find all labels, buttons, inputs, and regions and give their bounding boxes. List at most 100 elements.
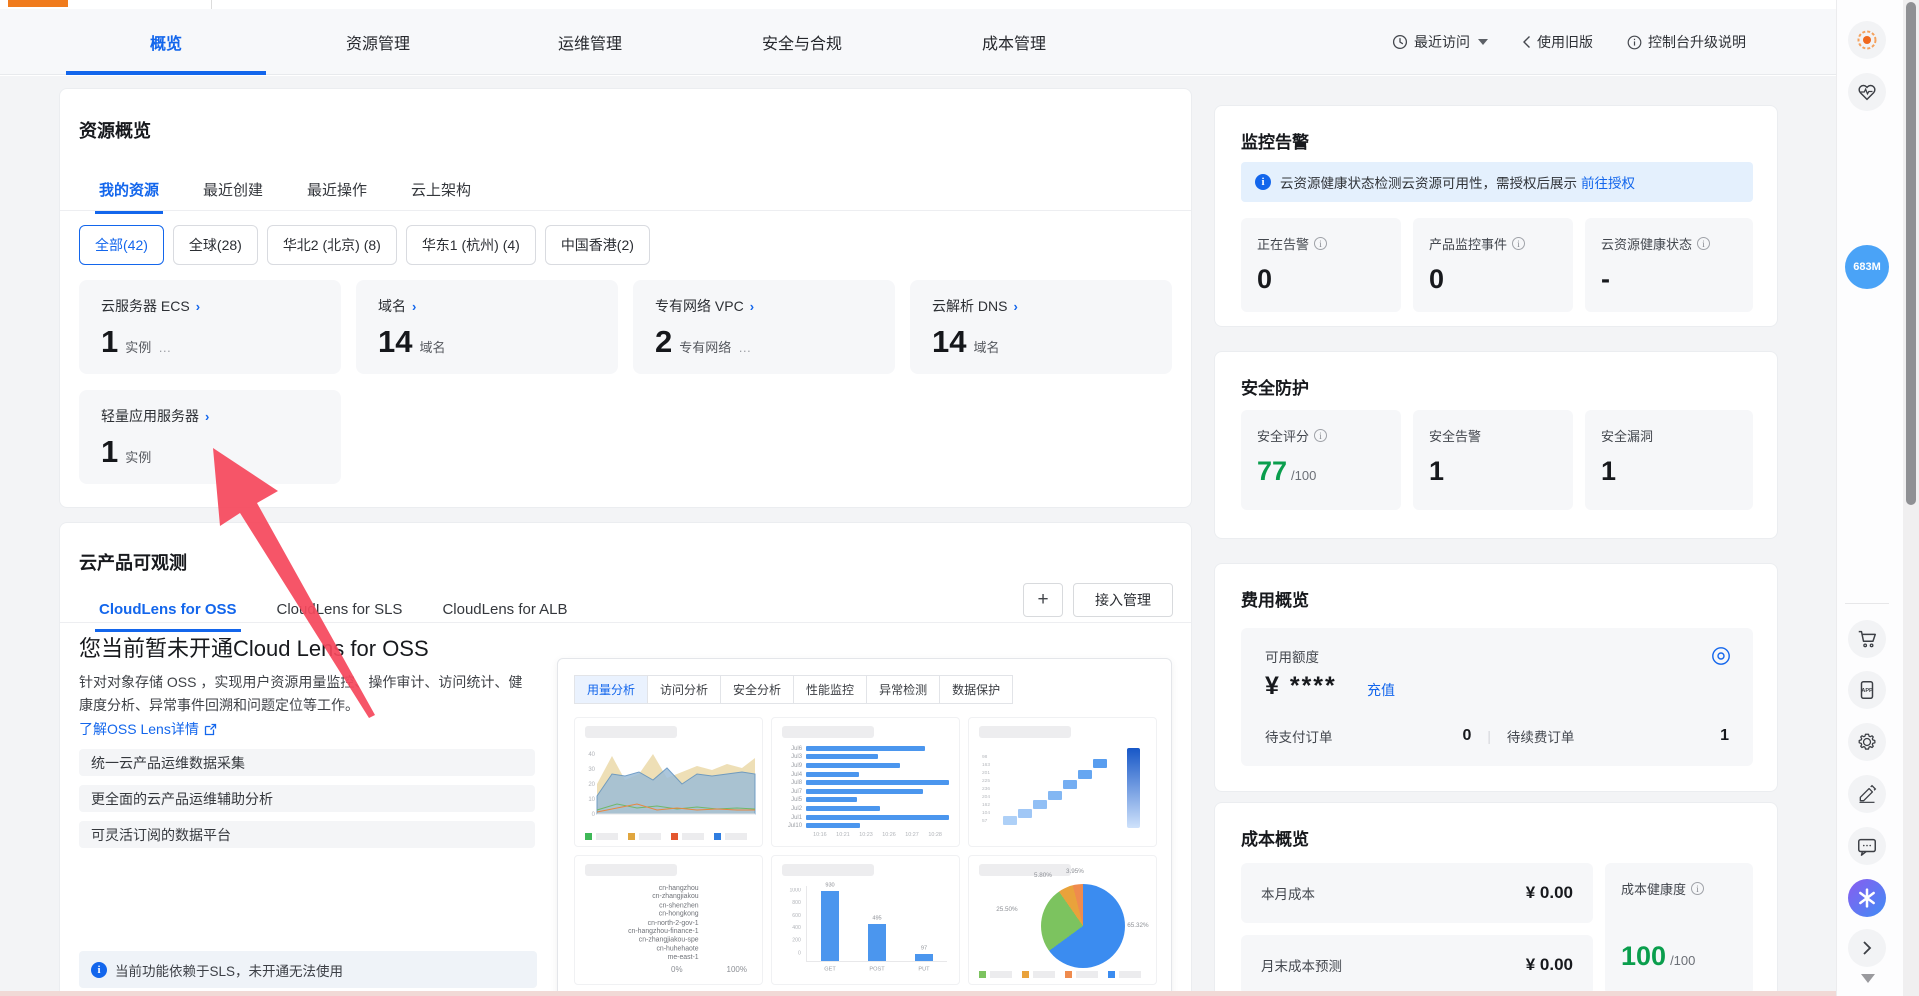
tab-cloudlens-oss[interactable]: CloudLens for OSS: [99, 601, 237, 632]
mobile-app-button[interactable]: APP: [1848, 671, 1886, 709]
recharge-link[interactable]: 充值: [1367, 680, 1395, 700]
preview-tab-protection[interactable]: 数据保护: [940, 675, 1013, 704]
authorization-banner: i 云资源健康状态检测云资源可用性，需授权后展示前往授权: [1241, 162, 1753, 202]
preview-tab-usage[interactable]: 用量分析: [574, 675, 648, 704]
cost-health-tile: 成本健康度i 100/100: [1605, 863, 1753, 995]
chevron-right-icon: ›: [196, 299, 200, 314]
svg-text:10: 10: [588, 797, 595, 803]
settings-button[interactable]: [1848, 723, 1886, 761]
filter-hangzhou[interactable]: 华东1 (杭州) (4): [406, 225, 536, 265]
cart-icon: [1856, 628, 1878, 650]
gradient-bar: [1127, 748, 1140, 828]
chart-legend: [979, 971, 1141, 978]
filter-hongkong[interactable]: 中国香港(2): [545, 225, 650, 265]
lens-preview-panel: 用量分析 访问分析 安全分析 性能监控 异常检测 数据保护 403020100: [557, 658, 1172, 996]
divider: [60, 622, 1191, 623]
console-upgrade-link[interactable]: 控制台升级说明: [1627, 32, 1746, 52]
resource-tile-vpc[interactable]: 专有网络 VPC› 2专有网络…: [633, 280, 895, 374]
tile-count: 2: [655, 324, 672, 360]
scrollbar-track[interactable]: [1903, 0, 1919, 996]
filter-all[interactable]: 全部(42): [79, 225, 164, 265]
tab-cloud-architecture[interactable]: 云上架构: [411, 179, 471, 214]
info-icon[interactable]: i: [1697, 237, 1710, 250]
mini-area-chart: 403020100: [574, 717, 763, 847]
billing-overview-card: 费用概览 可用额度 ¥ **** 充值 待支付订单 0 | 待续费订单 1: [1214, 563, 1778, 792]
access-management-button[interactable]: 接入管理: [1073, 583, 1173, 617]
feature-item: 更全面的云产品运维辅助分析: [79, 785, 535, 812]
renewal-orders-value: 1: [1720, 727, 1729, 745]
resource-tile-dns[interactable]: 云解析 DNS› 14域名: [910, 280, 1172, 374]
eye-icon[interactable]: [1711, 646, 1731, 666]
tab-my-resources[interactable]: 我的资源: [99, 179, 159, 214]
info-icon: i: [1255, 174, 1271, 190]
chat-support-button[interactable]: [1848, 827, 1886, 865]
stat-product-events: 产品监控事件i 0: [1413, 218, 1573, 312]
cost-overview-card: 成本概览 本月成本 ¥ 0.00 月末成本预测 ¥ 0.00 成本健康度i 10…: [1214, 802, 1778, 996]
renewal-orders-label[interactable]: 待续费订单: [1507, 726, 1575, 746]
chevron-right-icon: ›: [205, 409, 209, 424]
preview-tab-performance[interactable]: 性能监控: [794, 675, 867, 704]
pending-orders-label[interactable]: 待支付订单: [1265, 726, 1333, 746]
nav-tab-ops[interactable]: 运维管理: [484, 9, 696, 75]
use-legacy-label: 使用旧版: [1537, 32, 1593, 52]
info-icon[interactable]: i: [1512, 237, 1525, 250]
feedback-edit-button[interactable]: [1848, 775, 1886, 813]
nav-tab-overview[interactable]: 概览: [60, 9, 272, 75]
tab-recent-actions[interactable]: 最近操作: [307, 179, 367, 214]
right-toolbar: 683M APP: [1836, 0, 1903, 996]
use-legacy-link[interactable]: 使用旧版: [1522, 32, 1593, 52]
divider: [60, 210, 1191, 211]
tab-recently-created[interactable]: 最近创建: [203, 179, 263, 214]
oss-lens-details-link[interactable]: 了解OSS Lens详情: [79, 719, 217, 739]
banner-text: 云资源健康状态检测云资源可用性，需授权后展示: [1280, 176, 1577, 191]
tile-count: 1: [101, 434, 118, 470]
stat-vulnerabilities: 安全漏洞 1: [1585, 410, 1753, 510]
resource-overview-title: 资源概览: [79, 117, 151, 143]
tab-cloudlens-alb[interactable]: CloudLens for ALB: [442, 601, 567, 632]
nav-tab-security[interactable]: 安全与合规: [696, 9, 908, 75]
tile-name: 域名: [378, 296, 406, 316]
service-support-button[interactable]: [1848, 21, 1886, 59]
ai-sparkle-icon: [1857, 888, 1877, 908]
scrollbar-thumb[interactable]: [1906, 2, 1916, 505]
security-title: 安全防护: [1241, 374, 1309, 399]
add-lens-button[interactable]: +: [1023, 583, 1063, 617]
ai-assistant-button[interactable]: [1848, 879, 1886, 917]
resource-tile-domain[interactable]: 域名› 14域名: [356, 280, 618, 374]
preview-tab-security[interactable]: 安全分析: [721, 675, 794, 704]
info-icon[interactable]: i: [1314, 237, 1327, 250]
recent-visits-dropdown[interactable]: 最近访问: [1392, 32, 1488, 52]
preview-tab-access[interactable]: 访问分析: [648, 675, 721, 704]
recent-visits-label: 最近访问: [1414, 32, 1470, 52]
cart-button[interactable]: [1848, 620, 1886, 658]
chart-title-placeholder: [782, 864, 874, 876]
info-icon[interactable]: i: [1314, 429, 1327, 442]
filter-global[interactable]: 全球(28): [173, 225, 258, 265]
feature-item: 可灵活订阅的数据平台: [79, 821, 535, 848]
nav-tab-cost[interactable]: 成本管理: [908, 9, 1120, 75]
go-authorize-link[interactable]: 前往授权: [1581, 176, 1635, 191]
active-tab-indicator: [8, 0, 68, 7]
preview-tab-anomaly[interactable]: 异常检测: [867, 675, 940, 704]
traffic-badge[interactable]: 683M: [1845, 245, 1889, 289]
nav-tab-resource[interactable]: 资源管理: [272, 9, 484, 75]
observability-title: 云产品可观测: [79, 549, 187, 575]
tile-unit: 专有网络: [679, 337, 731, 356]
orange-service-icon: [1856, 29, 1878, 51]
tab-cloudlens-sls[interactable]: CloudLens for SLS: [277, 601, 403, 632]
tile-more: …: [158, 340, 172, 355]
resource-tile-lightweight-server[interactable]: 轻量应用服务器› 1实例: [79, 390, 341, 484]
sls-dependency-note: i 当前功能依赖于SLS，未开通无法使用: [79, 951, 537, 988]
external-link-icon: [204, 723, 217, 736]
svg-text:40: 40: [588, 752, 595, 758]
health-check-button[interactable]: [1848, 73, 1886, 111]
collapse-toolbar-button[interactable]: [1848, 929, 1886, 967]
tab-divider: [211, 0, 212, 9]
scroll-down-arrow-icon[interactable]: [1861, 974, 1875, 983]
resource-overview-card: 资源概览 我的资源 最近创建 最近操作 云上架构 全部(42) 全球(28) 华…: [59, 88, 1192, 508]
preview-tab-bar: 用量分析 访问分析 安全分析 性能监控 异常检测 数据保护: [574, 675, 1013, 704]
info-icon[interactable]: i: [1691, 882, 1704, 895]
filter-beijing[interactable]: 华北2 (北京) (8): [267, 225, 397, 265]
svg-text:30: 30: [588, 767, 595, 773]
resource-tile-ecs[interactable]: 云服务器 ECS› 1实例…: [79, 280, 341, 374]
